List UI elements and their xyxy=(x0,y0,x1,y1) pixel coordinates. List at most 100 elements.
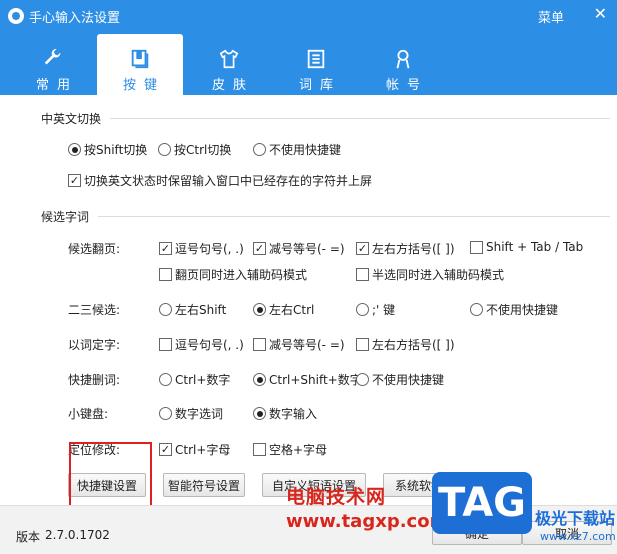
radio-button[interactable] xyxy=(470,303,483,316)
radio-keypad-input[interactable]: 数字输入 xyxy=(253,405,317,422)
section-divider xyxy=(98,216,610,217)
smart-symbol-settings-button[interactable]: 智能符号设置 xyxy=(163,473,245,497)
option-label: 按Shift切换 xyxy=(84,143,148,157)
option-label: Ctrl+数字 xyxy=(175,373,231,387)
checkbox-paging-aux[interactable]: 翻页同时进入辅助码模式 xyxy=(159,266,307,283)
option-label: 左右Shift xyxy=(175,303,227,317)
checkbox-locate-ctrl[interactable]: ✓ Ctrl+字母 xyxy=(159,441,230,458)
book-icon xyxy=(273,40,359,70)
option-label: 翻页同时进入辅助码模式 xyxy=(175,268,308,282)
radio-delete-none[interactable]: 不使用快捷键 xyxy=(356,371,444,388)
radio-button[interactable] xyxy=(253,407,266,420)
close-icon[interactable]: ✕ xyxy=(594,4,607,24)
checkbox[interactable] xyxy=(253,443,266,456)
watermark-tag-logo: TAG xyxy=(432,472,532,534)
menu-button[interactable]: 菜单 xyxy=(538,7,564,26)
checkbox-half-aux[interactable]: 半选同时进入辅助码模式 xyxy=(356,266,504,283)
option-label: Shift + Tab / Tab xyxy=(486,240,584,254)
wrench-icon xyxy=(10,40,96,70)
checkbox-paging-bracket[interactable]: ✓ 左右方括号([ ]) xyxy=(356,240,455,257)
keypad-label: 小键盘: xyxy=(68,407,109,421)
option-label: 半选同时进入辅助码模式 xyxy=(372,268,505,282)
option-label: 不使用快捷键 xyxy=(486,303,559,317)
option-label: 左右Ctrl xyxy=(269,303,315,317)
keyboard-icon xyxy=(97,40,183,70)
option-label: Ctrl+字母 xyxy=(175,443,231,457)
checkbox-keep-input[interactable]: ✓ 切换英文状态时保留输入窗口中已经存在的字符并上屏 xyxy=(68,172,372,189)
paging-label: 候选翻页: xyxy=(68,242,121,256)
checkbox[interactable]: ✓ xyxy=(356,242,369,255)
radio-button[interactable] xyxy=(159,303,172,316)
radio-delete-ctrl-shift[interactable]: Ctrl+Shift+数字 xyxy=(253,371,362,388)
radio-button[interactable] xyxy=(158,143,171,156)
option-label: Ctrl+Shift+数字 xyxy=(269,373,362,387)
radio-second-none[interactable]: 不使用快捷键 xyxy=(470,301,558,318)
option-label: 逗号句号(, .) xyxy=(175,338,244,352)
section-title-switch: 中英文切换 xyxy=(41,112,102,126)
radio-button[interactable] xyxy=(356,303,369,316)
window-title: 手心输入法设置 xyxy=(8,6,120,26)
radio-shift-switch[interactable]: 按Shift切换 xyxy=(68,141,147,158)
radio-button[interactable] xyxy=(253,303,266,316)
checkbox[interactable] xyxy=(470,240,483,254)
checkbox[interactable]: ✓ xyxy=(159,443,172,456)
checkbox[interactable] xyxy=(159,338,172,351)
delete-word-label: 快捷删词: xyxy=(68,373,121,387)
checkbox-word-comma[interactable]: 逗号句号(, .) xyxy=(159,336,244,353)
tab-label: 常用 xyxy=(35,78,78,93)
option-label: 切换英文状态时保留输入窗口中已经存在的字符并上屏 xyxy=(84,174,373,188)
radio-delete-ctrl[interactable]: Ctrl+数字 xyxy=(159,371,230,388)
radio-no-shortcut[interactable]: 不使用快捷键 xyxy=(253,141,341,158)
radio-ctrl-switch[interactable]: 按Ctrl切换 xyxy=(158,141,231,158)
checkbox[interactable] xyxy=(159,268,172,281)
watermark-site-url: www.xz7.com xyxy=(540,530,616,543)
checkbox[interactable]: ✓ xyxy=(68,174,81,187)
radio-button[interactable] xyxy=(68,143,81,156)
option-label: 不使用快捷键 xyxy=(372,373,445,387)
tab-label: 帐号 xyxy=(385,78,428,93)
window-title-text: 手心输入法设置 xyxy=(29,10,121,26)
tab-skin[interactable]: 皮肤 xyxy=(186,34,272,95)
checkbox[interactable] xyxy=(356,268,369,281)
radio-button[interactable] xyxy=(253,373,266,386)
checkbox-paging-tab[interactable]: Shift + Tab / Tab xyxy=(470,240,583,254)
tab-dictionary[interactable]: 词库 xyxy=(273,34,359,95)
option-label: 左右方括号([ ]) xyxy=(372,242,455,256)
watermark-site: 极光下载站 xyxy=(535,509,616,528)
version-number: 2.7.0.1702 xyxy=(45,528,110,542)
radio-keypad-select[interactable]: 数字选词 xyxy=(159,405,223,422)
radio-button[interactable] xyxy=(356,373,369,386)
checkbox-word-bracket[interactable]: 左右方括号([ ]) xyxy=(356,336,455,353)
tshirt-icon xyxy=(186,40,272,70)
option-label: 不使用快捷键 xyxy=(269,143,342,157)
tab-label: 皮肤 xyxy=(211,78,254,93)
section-divider xyxy=(110,118,610,119)
word-pick-label: 以词定字: xyxy=(68,338,121,352)
checkbox-paging-minus[interactable]: ✓ 减号等号(- =) xyxy=(253,240,345,257)
checkbox[interactable]: ✓ xyxy=(253,242,266,255)
radio-second-ctrl[interactable]: 左右Ctrl xyxy=(253,301,314,318)
option-label: 左右方括号([ ]) xyxy=(372,338,455,352)
radio-button[interactable] xyxy=(159,373,172,386)
checkbox-word-minus[interactable]: 减号等号(- =) xyxy=(253,336,345,353)
option-label: 按Ctrl切换 xyxy=(174,143,232,157)
option-label: 数字输入 xyxy=(269,407,318,421)
option-label: 减号等号(- =) xyxy=(269,338,345,352)
option-label: 减号等号(- =) xyxy=(269,242,345,256)
option-label: 逗号句号(, .) xyxy=(175,242,244,256)
tab-common[interactable]: 常用 xyxy=(10,34,96,95)
tab-keys[interactable]: 按键 xyxy=(97,34,183,95)
tab-account[interactable]: 帐号 xyxy=(360,34,446,95)
radio-second-semicolon[interactable]: ;' 键 xyxy=(356,301,395,318)
checkbox[interactable] xyxy=(253,338,266,351)
checkbox[interactable] xyxy=(356,338,369,351)
radio-second-shift[interactable]: 左右Shift xyxy=(159,301,226,318)
radio-button[interactable] xyxy=(159,407,172,420)
checkbox-paging-comma[interactable]: ✓ 逗号句号(, .) xyxy=(159,240,244,257)
watermark-url: www.tagxp.com xyxy=(286,511,449,532)
option-label: 数字选词 xyxy=(175,407,224,421)
watermark-text: 电脑技术网 xyxy=(286,486,387,508)
checkbox[interactable]: ✓ xyxy=(159,242,172,255)
checkbox-locate-space[interactable]: 空格+字母 xyxy=(253,441,327,458)
radio-button[interactable] xyxy=(253,143,266,156)
